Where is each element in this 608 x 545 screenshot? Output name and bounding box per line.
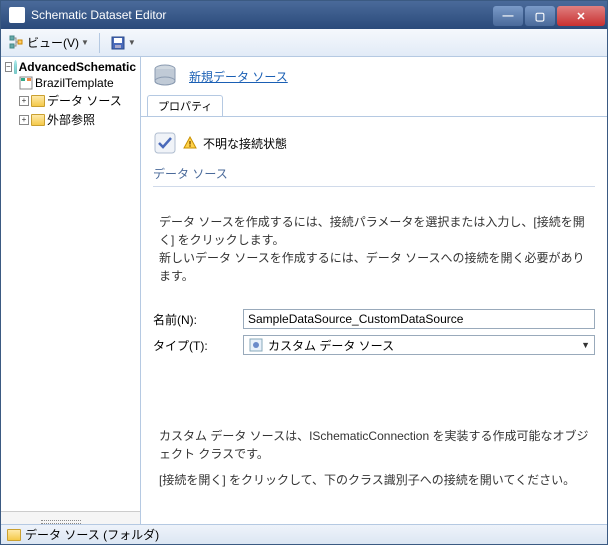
minimize-button[interactable]: — <box>493 6 523 26</box>
help-text: 新しいデータ ソースを作成するには、データ ソースへの接続を開く必要があります。 <box>159 249 589 285</box>
app-icon <box>9 7 25 23</box>
tab-properties[interactable]: プロパティ <box>147 95 223 116</box>
status-text: 不明な接続状態 <box>203 135 287 152</box>
tree-root[interactable]: − AdvancedSchematic <box>3 59 138 75</box>
name-label: 名前(N): <box>153 311 243 328</box>
tree-root-label: AdvancedSchematic <box>19 60 136 74</box>
type-value: カスタム データ ソース <box>268 337 394 354</box>
expand-icon[interactable]: + <box>19 115 29 125</box>
statusbar: データ ソース (フォルダ) <box>1 524 607 544</box>
tree-item[interactable]: + 外部参照 <box>3 110 138 129</box>
template-icon <box>19 76 33 90</box>
type-label: タイプ(T): <box>153 337 243 354</box>
tab-panel: 不明な接続状態 データ ソース データ ソースを作成するには、接続パラメータを選… <box>141 117 607 525</box>
save-icon <box>110 35 126 51</box>
warning-icon <box>183 136 197 150</box>
custom-type-icon <box>248 337 264 353</box>
expand-icon[interactable]: + <box>19 96 29 106</box>
tree-item-label: BrazilTemplate <box>35 76 114 90</box>
chevron-down-icon: ▼ <box>128 38 136 47</box>
sidebar-footer <box>1 511 140 525</box>
collapse-icon[interactable]: − <box>5 62 12 72</box>
content-pane: 新規データ ソース プロパティ 不明な接続状態 データ ソース データ ソースを… <box>141 57 607 525</box>
save-button[interactable]: ▼ <box>106 33 140 53</box>
tree-item[interactable]: + データ ソース <box>3 91 138 110</box>
tree-item-label: 外部参照 <box>47 111 95 128</box>
group-title: データ ソース <box>153 161 595 187</box>
chevron-down-icon: ▼ <box>81 38 89 47</box>
folder-icon <box>7 529 21 541</box>
close-button[interactable]: ✕ <box>557 6 605 26</box>
folder-icon <box>31 95 45 107</box>
titlebar: Schematic Dataset Editor — ▢ ✕ <box>1 1 607 29</box>
tree-view-icon <box>9 35 25 51</box>
help-text: カスタム データ ソースは、ISchematicConnection を実装する… <box>159 427 589 463</box>
view-menu-label: ビュー(V) <box>27 34 79 51</box>
chevron-down-icon: ▼ <box>581 340 590 350</box>
type-select[interactable]: カスタム データ ソース ▼ <box>243 335 595 355</box>
window-title: Schematic Dataset Editor <box>31 8 493 22</box>
separator <box>99 33 100 53</box>
tree-item-label: データ ソース <box>47 92 122 109</box>
statusbar-text: データ ソース (フォルダ) <box>25 526 159 543</box>
tabstrip: プロパティ <box>141 95 607 117</box>
status-icon <box>153 131 177 155</box>
tree-item[interactable]: BrazilTemplate <box>3 75 138 91</box>
tree-view[interactable]: − AdvancedSchematic BrazilTemplate + データ… <box>1 57 140 131</box>
database-icon <box>14 60 17 74</box>
sidebar: − AdvancedSchematic BrazilTemplate + データ… <box>1 57 141 525</box>
maximize-button[interactable]: ▢ <box>525 6 555 26</box>
help-text: [接続を開く] をクリックして、下のクラス識別子への接続を開いてください。 <box>159 471 589 489</box>
datasource-icon <box>151 62 179 90</box>
help-text: データ ソースを作成するには、接続パラメータを選択または入力し、[接続を開く] … <box>159 213 589 249</box>
name-input[interactable] <box>243 309 595 329</box>
folder-icon <box>31 114 45 126</box>
toolbar: ビュー(V) ▼ ▼ <box>1 29 607 57</box>
view-menu[interactable]: ビュー(V) ▼ <box>5 32 93 53</box>
new-datasource-link[interactable]: 新規データ ソース <box>189 68 288 85</box>
